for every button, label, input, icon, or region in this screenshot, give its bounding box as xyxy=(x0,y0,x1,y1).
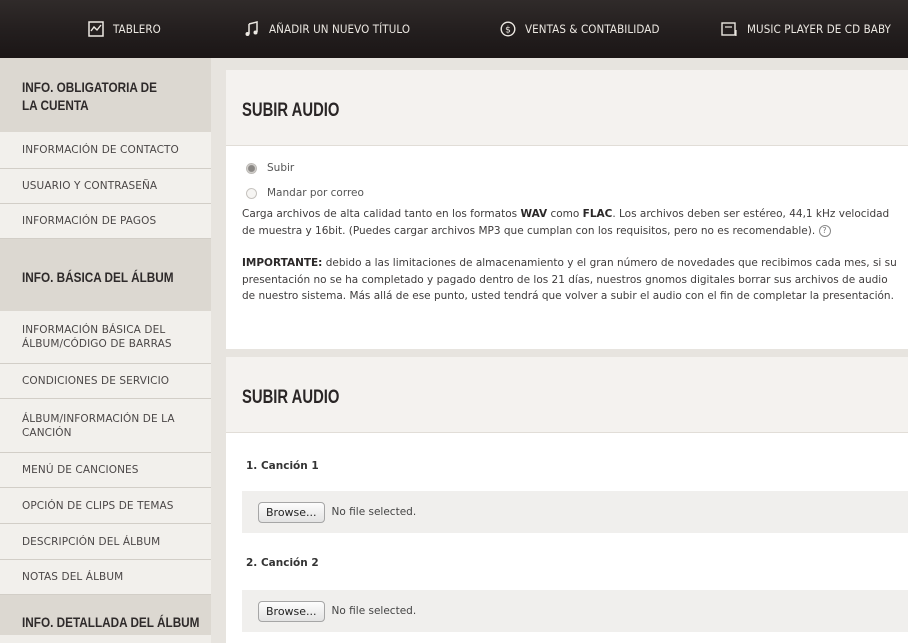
sidebar-item-label: INFORMACIÓN DE CONTACTO xyxy=(22,144,179,156)
help-icon[interactable]: ? xyxy=(818,224,831,237)
dollar-circle-icon: $ xyxy=(500,21,516,37)
player-icon xyxy=(721,22,737,36)
sidebar-item-label: NOTAS DEL ÁLBUM xyxy=(22,571,124,583)
upload-songs-panel: SUBIR AUDIO 1. Canción 1 Browse... No fi… xyxy=(226,357,908,643)
sidebar-item-label: INFORMACIÓN DE PAGOS xyxy=(22,215,157,227)
sidebar-item-user-password[interactable]: USUARIO Y CONTRASEÑA xyxy=(0,169,211,204)
upload-audio-panel: SUBIR AUDIO Subir Mandar por correo Carg… xyxy=(226,70,908,349)
format-instructions: Carga archivos de alta calidad tanto en … xyxy=(242,206,894,239)
sidebar-item-label: INFORMACIÓN BÁSICA DEL ÁLBUM/CÓDIGO DE B… xyxy=(22,324,172,350)
sidebar-item-contact[interactable]: INFORMACIÓN DE CONTACTO xyxy=(0,132,211,169)
page-title: SUBIR AUDIO xyxy=(226,70,908,146)
nav-music-player[interactable]: MUSIC PLAYER DE CD BABY xyxy=(721,0,891,58)
sidebar-heading-basic-album: INFO. BÁSICA DEL ÁLBUM xyxy=(0,239,211,311)
sidebar-item-notes[interactable]: NOTAS DEL ÁLBUM xyxy=(0,560,211,595)
nav-add-title[interactable]: AÑADIR UN NUEVO TÍTULO xyxy=(244,0,410,58)
nav-add-title-label: AÑADIR UN NUEVO TÍTULO xyxy=(269,22,411,36)
song-1-file-input: Browse... No file selected. xyxy=(242,491,908,533)
section-title-label: SUBIR AUDIO xyxy=(242,387,340,408)
flac-format: FLAC xyxy=(582,208,613,220)
top-navigation: TABLERO AÑADIR UN NUEVO TÍTULO $ VENTAS … xyxy=(0,0,908,58)
music-note-icon xyxy=(245,21,258,36)
sidebar-heading-detailed-album-label: INFO. DETALLADA DEL ÁLBUM xyxy=(22,614,200,630)
file-status: No file selected. xyxy=(331,605,417,617)
sidebar-heading-account-label: INFO. OBLIGATORIA DE LA CUENTA xyxy=(22,79,158,113)
sidebar-heading-detailed-album: INFO. DETALLADA DEL ÁLBUM xyxy=(0,595,211,635)
sidebar-item-album-barcode[interactable]: INFORMACIÓN BÁSICA DEL ÁLBUM/CÓDIGO DE B… xyxy=(0,311,211,364)
sidebar: INFO. OBLIGATORIA DE LA CUENTA INFORMACI… xyxy=(0,58,211,643)
svg-text:$: $ xyxy=(505,26,511,36)
sidebar-item-clips[interactable]: OPCIÓN DE CLIPS DE TEMAS xyxy=(0,488,211,524)
sidebar-item-song-menu[interactable]: MENÚ DE CANCIONES xyxy=(0,453,211,488)
radio-mail-label: Mandar por correo xyxy=(267,187,364,199)
section-title: SUBIR AUDIO xyxy=(226,357,908,433)
sidebar-item-payment[interactable]: INFORMACIÓN DE PAGOS xyxy=(0,204,211,239)
text-fragment: Carga archivos de alta calidad tanto en … xyxy=(242,208,521,220)
song-1-label: 1. Canción 1 xyxy=(246,460,319,472)
browse-button[interactable]: Browse... xyxy=(258,501,325,523)
important-text: debido a las limitaciones de almacenamie… xyxy=(242,257,897,302)
nav-dashboard[interactable]: TABLERO xyxy=(88,0,161,58)
wav-format: WAV xyxy=(520,208,548,220)
sidebar-item-label: USUARIO Y CONTRASEÑA xyxy=(22,180,158,192)
sidebar-item-description[interactable]: DESCRIPCIÓN DEL ÁLBUM xyxy=(0,524,211,560)
nav-dashboard-label: TABLERO xyxy=(113,22,161,36)
page-title-label: SUBIR AUDIO xyxy=(242,100,340,121)
radio-upload[interactable]: Subir xyxy=(246,162,294,174)
radio-upload-dot[interactable] xyxy=(246,162,257,174)
file-status: No file selected. xyxy=(331,506,417,518)
radio-upload-label: Subir xyxy=(267,162,295,174)
text-fragment: como xyxy=(547,208,583,220)
nav-music-player-label: MUSIC PLAYER DE CD BABY xyxy=(747,22,891,36)
sidebar-item-song-info[interactable]: ÁLBUM/INFORMACIÓN DE LA CANCIÓN xyxy=(0,399,211,453)
sidebar-heading-account: INFO. OBLIGATORIA DE LA CUENTA xyxy=(0,58,211,132)
sidebar-heading-basic-album-label: INFO. BÁSICA DEL ÁLBUM xyxy=(22,269,174,285)
sidebar-item-label: CONDICIONES DE SERVICIO xyxy=(22,375,170,387)
nav-sales-label: VENTAS & CONTABILIDAD xyxy=(525,22,660,36)
song-2-label: 2. Canción 2 xyxy=(246,557,319,569)
important-label: IMPORTANTE: xyxy=(242,257,323,269)
sidebar-item-label: DESCRIPCIÓN DEL ÁLBUM xyxy=(22,535,161,548)
sidebar-item-label: OPCIÓN DE CLIPS DE TEMAS xyxy=(22,499,174,512)
song-2-file-input: Browse... No file selected. xyxy=(242,590,908,632)
sidebar-item-terms[interactable]: CONDICIONES DE SERVICIO xyxy=(0,364,211,399)
radio-mail-dot[interactable] xyxy=(246,187,257,199)
important-notice: IMPORTANTE: debido a las limitaciones de… xyxy=(242,255,902,305)
sidebar-item-label: ÁLBUM/INFORMACIÓN DE LA CANCIÓN xyxy=(22,412,175,439)
dashboard-icon xyxy=(88,21,104,37)
nav-sales[interactable]: $ VENTAS & CONTABILIDAD xyxy=(500,0,660,58)
browse-button[interactable]: Browse... xyxy=(258,600,325,622)
sidebar-item-label: MENÚ DE CANCIONES xyxy=(22,464,139,476)
radio-mail[interactable]: Mandar por correo xyxy=(246,187,364,199)
